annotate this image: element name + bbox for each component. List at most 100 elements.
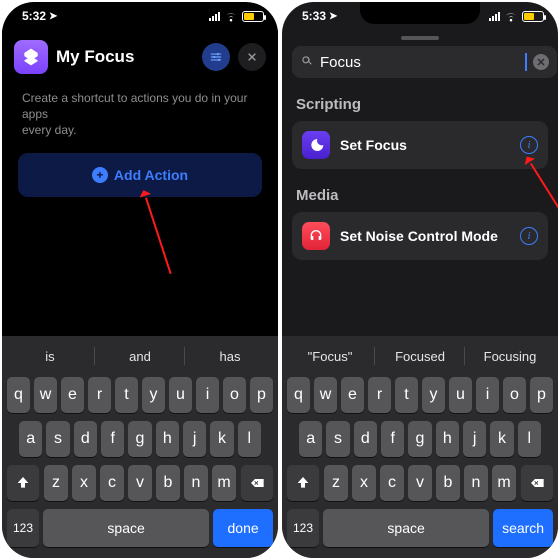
key-p[interactable]: p bbox=[530, 377, 553, 413]
key-l[interactable]: l bbox=[238, 421, 261, 457]
key-u[interactable]: u bbox=[449, 377, 472, 413]
key-m[interactable]: m bbox=[212, 465, 236, 501]
key-h[interactable]: h bbox=[156, 421, 179, 457]
key-r[interactable]: r bbox=[368, 377, 391, 413]
key-x[interactable]: x bbox=[72, 465, 96, 501]
key-e[interactable]: e bbox=[61, 377, 84, 413]
key-j[interactable]: j bbox=[463, 421, 486, 457]
key-n[interactable]: n bbox=[184, 465, 208, 501]
key-g[interactable]: g bbox=[128, 421, 151, 457]
action-set-noise-control[interactable]: Set Noise Control Mode i bbox=[292, 212, 548, 260]
key-y[interactable]: y bbox=[142, 377, 165, 413]
key-g[interactable]: g bbox=[408, 421, 431, 457]
key-s[interactable]: s bbox=[326, 421, 349, 457]
key-k[interactable]: k bbox=[210, 421, 233, 457]
key-b[interactable]: b bbox=[156, 465, 180, 501]
moon-icon bbox=[302, 131, 330, 159]
phone-right: 5:33 ➤ ✕ Cancel bbox=[282, 2, 558, 558]
key-z[interactable]: z bbox=[44, 465, 68, 501]
keyboard-action-key[interactable]: search bbox=[493, 509, 553, 547]
key-z[interactable]: z bbox=[324, 465, 348, 501]
suggestion[interactable]: "Focus" bbox=[285, 339, 375, 373]
backspace-key[interactable] bbox=[521, 465, 553, 501]
key-c[interactable]: c bbox=[100, 465, 124, 501]
key-y[interactable]: y bbox=[422, 377, 445, 413]
phone-left: 5:32 ➤ My Focus bbox=[2, 2, 278, 558]
key-t[interactable]: t bbox=[115, 377, 138, 413]
location-icon: ➤ bbox=[329, 11, 337, 22]
notch bbox=[80, 2, 200, 24]
key-o[interactable]: o bbox=[223, 377, 246, 413]
shift-key[interactable] bbox=[7, 465, 39, 501]
plus-icon: + bbox=[92, 167, 108, 183]
shortcut-app-icon bbox=[14, 40, 48, 74]
close-button[interactable] bbox=[238, 43, 266, 71]
key-c[interactable]: c bbox=[380, 465, 404, 501]
cell-signal-icon bbox=[209, 12, 220, 21]
key-w[interactable]: w bbox=[314, 377, 337, 413]
key-i[interactable]: i bbox=[196, 377, 219, 413]
suggestion[interactable]: Focusing bbox=[465, 339, 555, 373]
key-m[interactable]: m bbox=[492, 465, 516, 501]
suggestion[interactable]: and bbox=[95, 339, 185, 373]
location-icon: ➤ bbox=[49, 11, 57, 22]
backspace-key[interactable] bbox=[241, 465, 273, 501]
key-d[interactable]: d bbox=[74, 421, 97, 457]
info-button[interactable]: i bbox=[520, 227, 538, 245]
key-n[interactable]: n bbox=[464, 465, 488, 501]
suggestion[interactable]: is bbox=[5, 339, 95, 373]
shift-key[interactable] bbox=[287, 465, 319, 501]
key-q[interactable]: q bbox=[287, 377, 310, 413]
keyboard-action-key[interactable]: done bbox=[213, 509, 273, 547]
key-r[interactable]: r bbox=[88, 377, 111, 413]
keyboard[interactable]: is and has qwertyuiop asdfghjkl zxcvbnm … bbox=[2, 336, 278, 558]
key-t[interactable]: t bbox=[395, 377, 418, 413]
suggestion[interactable]: has bbox=[185, 339, 275, 373]
shortcut-title[interactable]: My Focus bbox=[56, 47, 194, 67]
key-w[interactable]: w bbox=[34, 377, 57, 413]
clear-search-button[interactable]: ✕ bbox=[533, 54, 549, 70]
key-a[interactable]: a bbox=[299, 421, 322, 457]
key-p[interactable]: p bbox=[250, 377, 273, 413]
action-label: Set Focus bbox=[340, 137, 510, 153]
key-a[interactable]: a bbox=[19, 421, 42, 457]
key-b[interactable]: b bbox=[436, 465, 460, 501]
action-label: Set Noise Control Mode bbox=[340, 228, 510, 244]
sheet-grabber[interactable] bbox=[401, 36, 439, 40]
text-caret bbox=[525, 53, 527, 71]
search-input[interactable] bbox=[320, 54, 519, 71]
annotation-arrow bbox=[145, 197, 172, 274]
key-v[interactable]: v bbox=[128, 465, 152, 501]
space-key[interactable]: space bbox=[323, 509, 489, 547]
section-header-scripting: Scripting bbox=[282, 88, 558, 121]
numeric-key[interactable]: 123 bbox=[7, 509, 39, 547]
key-e[interactable]: e bbox=[341, 377, 364, 413]
notch bbox=[360, 2, 480, 24]
wifi-icon bbox=[504, 11, 518, 22]
suggestion[interactable]: Focused bbox=[375, 339, 465, 373]
key-q[interactable]: q bbox=[7, 377, 30, 413]
key-j[interactable]: j bbox=[183, 421, 206, 457]
key-v[interactable]: v bbox=[408, 465, 432, 501]
key-u[interactable]: u bbox=[169, 377, 192, 413]
numeric-key[interactable]: 123 bbox=[287, 509, 319, 547]
key-k[interactable]: k bbox=[490, 421, 513, 457]
key-f[interactable]: f bbox=[101, 421, 124, 457]
key-s[interactable]: s bbox=[46, 421, 69, 457]
clock: 5:33 bbox=[302, 9, 326, 23]
keyboard[interactable]: "Focus" Focused Focusing qwertyuiop asdf… bbox=[282, 336, 558, 558]
battery-icon bbox=[242, 11, 264, 22]
battery-icon bbox=[522, 11, 544, 22]
key-o[interactable]: o bbox=[503, 377, 526, 413]
space-key[interactable]: space bbox=[43, 509, 209, 547]
settings-button[interactable] bbox=[202, 43, 230, 71]
key-h[interactable]: h bbox=[436, 421, 459, 457]
key-f[interactable]: f bbox=[381, 421, 404, 457]
key-x[interactable]: x bbox=[352, 465, 376, 501]
action-set-focus[interactable]: Set Focus i bbox=[292, 121, 548, 169]
search-field[interactable]: ✕ bbox=[292, 46, 557, 78]
key-l[interactable]: l bbox=[518, 421, 541, 457]
key-d[interactable]: d bbox=[354, 421, 377, 457]
section-header-media: Media bbox=[282, 179, 558, 212]
key-i[interactable]: i bbox=[476, 377, 499, 413]
